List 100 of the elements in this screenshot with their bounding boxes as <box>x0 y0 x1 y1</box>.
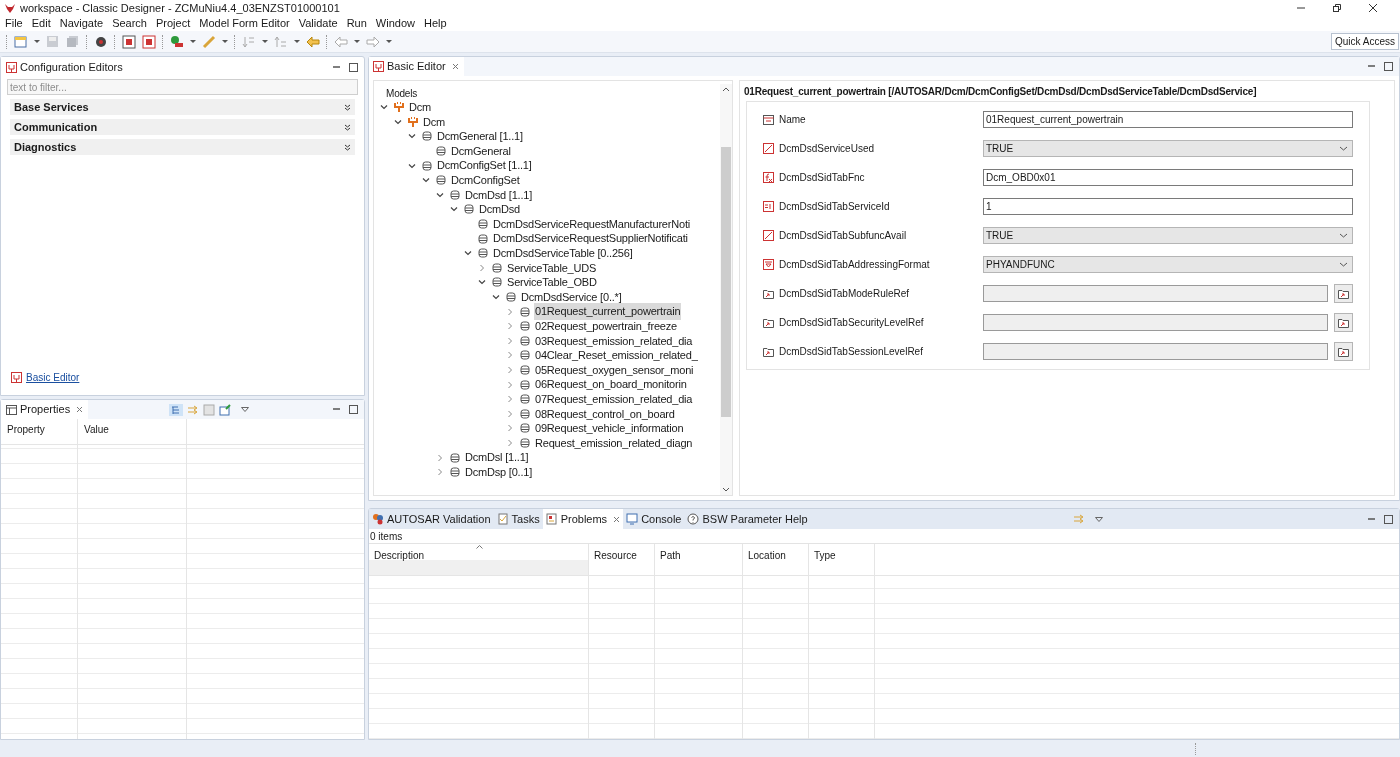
menu-item[interactable]: Window <box>375 15 415 32</box>
tree-item[interactable]: ServiceTable_UDS <box>506 259 598 277</box>
dropdown-caret-icon[interactable] <box>190 40 196 43</box>
view-tab[interactable]: BSW Parameter Help <box>684 509 811 529</box>
maximize-icon[interactable] <box>349 62 358 72</box>
view-tab[interactable]: Console <box>623 509 685 529</box>
tree-item[interactable]: 03Request_emission_related_dia <box>534 332 694 350</box>
expand-chevron-icon[interactable] <box>344 143 351 151</box>
tree-item[interactable]: DcmDsd <box>478 201 521 218</box>
maximize-icon[interactable] <box>1384 514 1393 524</box>
input-field[interactable]: 1 <box>983 198 1353 215</box>
view-tab[interactable]: Problems <box>542 509 624 529</box>
dropdown-caret-icon[interactable] <box>262 40 268 43</box>
dropdown-caret-icon[interactable] <box>294 40 300 43</box>
tree-item[interactable]: DcmGeneral [1..1] <box>436 128 524 145</box>
view-tab[interactable]: AUTOSAR Validation <box>369 509 494 529</box>
filter-field[interactable]: text to filter... <box>7 79 358 95</box>
chevron-down-icon[interactable] <box>1339 146 1348 151</box>
tree-item[interactable]: ServiceTable_OBD <box>506 274 598 291</box>
reference-field[interactable] <box>983 314 1328 331</box>
column-header[interactable]: Resource <box>589 544 655 575</box>
tree-item[interactable]: DcmDsd [1..1] <box>464 186 534 204</box>
menu-item[interactable]: Project <box>156 15 191 32</box>
tree-item[interactable]: 09Request_vehicle_information <box>534 420 685 437</box>
reference-field[interactable] <box>983 285 1328 302</box>
dropdown-caret-icon[interactable] <box>34 40 40 43</box>
maximize-icon[interactable] <box>349 405 358 414</box>
slashed-square-icon <box>763 230 774 241</box>
tree-item[interactable]: 05Request_oxygen_sensor_moni <box>534 361 695 379</box>
tree-item[interactable]: DcmDsl [1..1] <box>464 449 530 466</box>
input-field[interactable]: 01Request_current_powertrain <box>983 111 1353 128</box>
input-field[interactable]: Dcm_OBD0x01 <box>983 169 1353 186</box>
section-header[interactable]: Base Services <box>10 99 355 115</box>
quick-access-field[interactable]: Quick Access <box>1330 33 1399 50</box>
tree-item[interactable]: 01Request_current_powertrain <box>534 303 682 320</box>
maximize-icon[interactable] <box>1384 62 1393 71</box>
field-label: DcmDsdSidTabFnc <box>779 171 865 185</box>
tree-item[interactable]: Dcm <box>408 99 432 116</box>
column-header[interactable]: Type <box>809 544 875 575</box>
expand-chevron-icon[interactable] <box>344 123 351 131</box>
dropdown-caret-icon[interactable] <box>222 40 228 43</box>
section-header[interactable]: Diagnostics <box>10 139 355 155</box>
tree-item[interactable]: Dcm <box>422 113 446 131</box>
column-header[interactable]: Value <box>78 419 187 444</box>
menu-item[interactable]: Validate <box>298 15 338 32</box>
tree-item[interactable]: DcmConfigSet <box>450 172 521 189</box>
browse-button[interactable] <box>1334 284 1353 303</box>
tree-item[interactable]: DcmDsdServiceRequestSupplierNotificati <box>492 230 689 247</box>
menu-item[interactable]: Model Form Editor <box>199 15 290 32</box>
editor-tab[interactable]: Basic Editor <box>369 57 464 76</box>
back-icon[interactable] <box>334 34 348 49</box>
dropdown-caret-icon[interactable] <box>354 40 360 43</box>
tree-item[interactable]: 04Clear_Reset_emission_related_ <box>534 347 699 364</box>
basic-editor-link[interactable]: Basic Editor <box>26 370 80 385</box>
column-header[interactable]: Property <box>1 419 78 444</box>
tree-item[interactable]: 08Request_control_on_board <box>534 405 676 422</box>
tree-item[interactable]: 07Request_emission_related_dia <box>534 390 694 408</box>
menu-item[interactable]: Run <box>346 15 367 32</box>
menu-item[interactable]: Edit <box>31 15 51 32</box>
view-title[interactable]: Configuration Editors <box>20 58 123 76</box>
view-menu-icon[interactable] <box>241 407 250 412</box>
column-header[interactable]: Description <box>369 544 589 575</box>
tree-toggle-icon[interactable] <box>169 403 184 416</box>
browse-button[interactable] <box>1334 342 1353 361</box>
dropdown-caret-icon[interactable] <box>386 40 392 43</box>
tree-item[interactable]: DcmDsdServiceRequestManufacturerNoti <box>492 215 691 233</box>
last-edit-icon[interactable] <box>306 34 320 49</box>
tree-item[interactable]: DcmDsdServiceTable [0..256] <box>492 245 634 262</box>
view-menu-icon[interactable] <box>1094 516 1103 522</box>
restore-icon[interactable] <box>1332 3 1342 13</box>
section-header[interactable]: Communication <box>10 119 355 135</box>
scroll-thumb[interactable] <box>721 147 731 417</box>
view-tab[interactable]: Tasks <box>493 509 543 529</box>
tree-item[interactable]: DcmDsdService [0..*] <box>520 288 623 306</box>
reference-field[interactable] <box>983 343 1328 360</box>
column-header[interactable]: Location <box>743 544 809 575</box>
tree-item[interactable]: DcmGeneral <box>450 142 512 160</box>
tree-item[interactable]: DcmDsp [0..1] <box>464 463 534 481</box>
dropdown[interactable]: TRUE <box>983 140 1353 157</box>
tree-item[interactable]: Request_emission_related_diagn <box>534 434 694 452</box>
dropdown[interactable]: PHYANDFUNC <box>983 256 1353 273</box>
menu-item[interactable]: File <box>5 15 23 32</box>
scroll-down-icon[interactable] <box>722 487 730 492</box>
chevron-down-icon[interactable] <box>1339 262 1348 267</box>
column-header[interactable]: Path <box>655 544 743 575</box>
scroll-up-icon[interactable] <box>722 87 730 92</box>
tree-item[interactable]: DcmConfigSet [1..1] <box>436 157 533 174</box>
tree-item[interactable]: 06Request_on_board_monitorin <box>534 376 688 393</box>
expand-chevron-icon[interactable] <box>344 103 351 111</box>
sort-caret-icon[interactable] <box>476 545 483 549</box>
menu-item[interactable]: Help <box>423 15 447 32</box>
menu-item[interactable]: Search <box>112 15 147 32</box>
scrollbar[interactable] <box>720 84 732 495</box>
dropdown[interactable]: TRUE <box>983 227 1353 244</box>
close-icon[interactable] <box>1368 3 1378 13</box>
tree-item[interactable]: 02Request_powertrain_freeze <box>534 317 678 335</box>
menu-item[interactable]: Navigate <box>59 15 104 32</box>
chevron-down-icon[interactable] <box>1339 233 1348 238</box>
forward-icon[interactable] <box>366 34 380 49</box>
browse-button[interactable] <box>1334 313 1353 332</box>
